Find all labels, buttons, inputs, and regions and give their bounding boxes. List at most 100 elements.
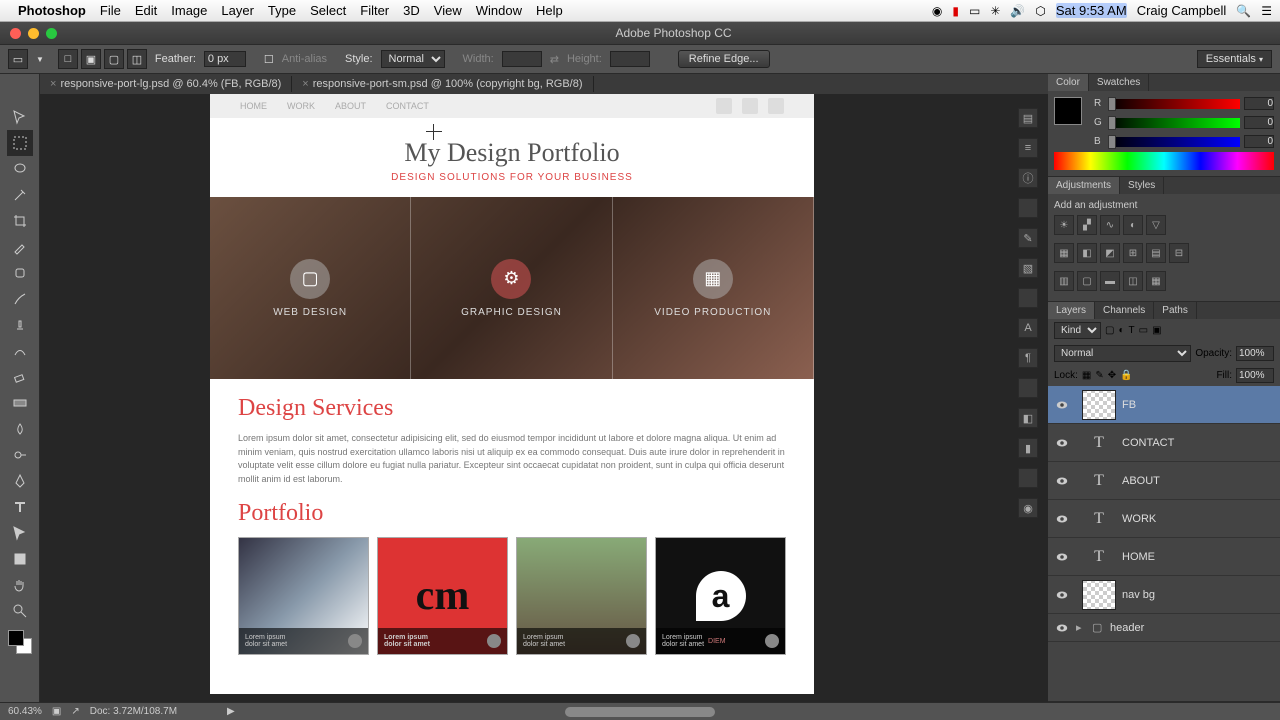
- filter-type-icon[interactable]: T: [1129, 325, 1135, 336]
- minimize-window-button[interactable]: [28, 28, 39, 39]
- adj-selective-icon[interactable]: ◫: [1123, 271, 1143, 291]
- blue-slider[interactable]: [1108, 137, 1240, 147]
- character-panel-icon[interactable]: A: [1018, 318, 1038, 338]
- info-panel-icon[interactable]: ⓘ: [1018, 168, 1038, 188]
- group-expand-icon[interactable]: ▸: [1076, 621, 1092, 634]
- adj-photofilter-icon[interactable]: ◩: [1100, 243, 1120, 263]
- status-display-icon[interactable]: ▭: [969, 4, 980, 18]
- refine-edge-button[interactable]: Refine Edge...: [678, 50, 770, 68]
- selection-add-icon[interactable]: ▣: [81, 49, 101, 69]
- menu-help[interactable]: Help: [536, 3, 563, 18]
- type-tool[interactable]: [7, 494, 33, 520]
- lasso-tool[interactable]: [7, 156, 33, 182]
- layer-row[interactable]: FB: [1048, 386, 1280, 424]
- type-layer-icon[interactable]: T: [1082, 542, 1116, 572]
- feather-input[interactable]: [204, 51, 246, 67]
- menu-edit[interactable]: Edit: [135, 3, 157, 18]
- menu-3d[interactable]: 3D: [403, 3, 420, 18]
- zoom-tool[interactable]: [7, 598, 33, 624]
- navigator-panel-icon[interactable]: ◧: [1018, 408, 1038, 428]
- layer-list[interactable]: FB T CONTACT T ABOUT T WORK T HOME: [1048, 386, 1280, 701]
- tab-layers[interactable]: Layers: [1048, 302, 1095, 319]
- filter-smart-icon[interactable]: ▣: [1152, 325, 1161, 336]
- adj-vibrance-icon[interactable]: ▽: [1146, 215, 1166, 235]
- pen-tool[interactable]: [7, 468, 33, 494]
- adj-exposure-icon[interactable]: ◐: [1123, 215, 1143, 235]
- menubar-user[interactable]: Craig Campbell: [1137, 3, 1227, 18]
- type-layer-icon[interactable]: T: [1082, 428, 1116, 458]
- paragraph-panel-icon[interactable]: ¶: [1018, 348, 1038, 368]
- lock-pixels-icon[interactable]: ✎: [1095, 370, 1103, 381]
- adj-more-icon[interactable]: ▦: [1146, 271, 1166, 291]
- green-input[interactable]: [1244, 116, 1274, 129]
- visibility-toggle[interactable]: [1048, 588, 1076, 602]
- brushes-panel-icon[interactable]: ✎: [1018, 228, 1038, 248]
- workspace-switcher[interactable]: Essentials ▾: [1197, 50, 1272, 68]
- canvas-area[interactable]: HOME WORK ABOUT CONTACT My Design Portfo…: [40, 94, 1048, 702]
- swap-dims-icon[interactable]: ⇄: [550, 53, 559, 66]
- layer-row[interactable]: T WORK: [1048, 500, 1280, 538]
- close-tab-icon[interactable]: ×: [50, 78, 56, 90]
- dodge-tool[interactable]: [7, 442, 33, 468]
- menu-select[interactable]: Select: [310, 3, 346, 18]
- menu-layer[interactable]: Layer: [221, 3, 254, 18]
- tab-paths[interactable]: Paths: [1154, 302, 1197, 319]
- adj-brightness-icon[interactable]: ☀: [1054, 215, 1074, 235]
- zoom-window-button[interactable]: [46, 28, 57, 39]
- visibility-toggle[interactable]: [1048, 512, 1076, 526]
- menu-type[interactable]: Type: [268, 3, 296, 18]
- adj-posterize-icon[interactable]: ▥: [1054, 271, 1074, 291]
- visibility-toggle[interactable]: [1048, 621, 1076, 635]
- color-swatches[interactable]: [8, 630, 32, 654]
- green-slider[interactable]: [1108, 118, 1240, 128]
- adj-curves-icon[interactable]: ∿: [1100, 215, 1120, 235]
- spotlight-icon[interactable]: 🔍: [1236, 4, 1251, 18]
- doc-size[interactable]: Doc: 3.72M/108.7M: [90, 706, 177, 717]
- brush-tool[interactable]: [7, 286, 33, 312]
- properties-panel-icon[interactable]: ≡: [1018, 138, 1038, 158]
- layer-row[interactable]: T HOME: [1048, 538, 1280, 576]
- document-canvas[interactable]: HOME WORK ABOUT CONTACT My Design Portfo…: [210, 94, 814, 694]
- move-tool[interactable]: [7, 104, 33, 130]
- red-input[interactable]: [1244, 97, 1274, 110]
- menu-view[interactable]: View: [434, 3, 462, 18]
- visibility-toggle[interactable]: [1048, 550, 1076, 564]
- adj-threshold-icon[interactable]: ▢: [1077, 271, 1097, 291]
- adj-colorlut-icon[interactable]: ▤: [1146, 243, 1166, 263]
- status-wifi-icon[interactable]: ⬡: [1035, 4, 1045, 18]
- visibility-toggle[interactable]: [1048, 436, 1076, 450]
- filter-pixel-icon[interactable]: ▢: [1105, 325, 1114, 336]
- gradient-tool[interactable]: [7, 390, 33, 416]
- tool-preset-icon[interactable]: ▭: [8, 49, 28, 69]
- status-sync-icon[interactable]: ✳: [990, 4, 1000, 18]
- history-panel-icon[interactable]: ▤: [1018, 108, 1038, 128]
- layer-row[interactable]: T ABOUT: [1048, 462, 1280, 500]
- hand-tool[interactable]: [7, 572, 33, 598]
- blend-mode-select[interactable]: Normal: [1054, 345, 1191, 362]
- width-input[interactable]: [502, 51, 542, 67]
- status-play-icon[interactable]: ▶: [227, 706, 235, 717]
- wand-tool[interactable]: [7, 182, 33, 208]
- doc-tab-2[interactable]: ×responsive-port-sm.psd @ 100% (copyrigh…: [292, 76, 593, 92]
- opacity-input[interactable]: [1236, 346, 1274, 361]
- tab-adjustments[interactable]: Adjustments: [1048, 177, 1120, 194]
- adj-levels-icon[interactable]: ▞: [1077, 215, 1097, 235]
- healing-tool[interactable]: [7, 260, 33, 286]
- adj-gradmap-icon[interactable]: ▬: [1100, 271, 1120, 291]
- tab-swatches[interactable]: Swatches: [1089, 74, 1149, 91]
- menu-window[interactable]: Window: [476, 3, 522, 18]
- status-icon[interactable]: ↗: [71, 706, 79, 717]
- layer-thumbnail[interactable]: [1082, 580, 1116, 610]
- lock-pos-icon[interactable]: ✥: [1108, 370, 1116, 381]
- blue-input[interactable]: [1244, 135, 1274, 148]
- tab-styles[interactable]: Styles: [1120, 177, 1164, 194]
- horizontal-scrollbar[interactable]: [565, 707, 715, 717]
- histogram-panel-icon[interactable]: ▮: [1018, 438, 1038, 458]
- close-window-button[interactable]: [10, 28, 21, 39]
- notifications-icon[interactable]: ☰: [1261, 4, 1272, 18]
- color-spectrum[interactable]: [1054, 152, 1274, 170]
- filter-shape-icon[interactable]: ▭: [1139, 325, 1148, 336]
- type-layer-icon[interactable]: T: [1082, 466, 1116, 496]
- layer-row[interactable]: ▸ ▢ header: [1048, 614, 1280, 642]
- layer-filter-select[interactable]: Kind: [1054, 322, 1101, 339]
